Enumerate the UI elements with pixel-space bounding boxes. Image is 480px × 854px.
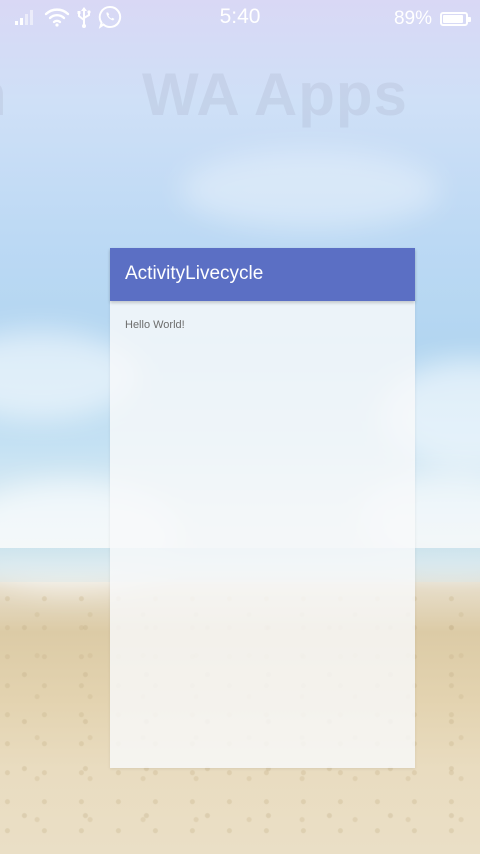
- cloud: [180, 150, 440, 230]
- app-title: ActivityLivecycle: [125, 263, 264, 284]
- home-screen: n WA Apps: [0, 0, 480, 854]
- battery-percent: 89%: [393, 8, 432, 29]
- app-bar: ActivityLivecycle: [110, 248, 415, 301]
- hello-world-text: Hello World!: [125, 319, 185, 331]
- background-app-label: n: [0, 60, 8, 129]
- battery-level-fill: [443, 15, 463, 23]
- background-app-label: WA Apps: [142, 61, 408, 128]
- status-bar: 5:40 89%: [0, 0, 480, 38]
- battery-icon: [440, 12, 471, 26]
- status-icons-right: 89%: [393, 6, 471, 32]
- activity-window[interactable]: ActivityLivecycle Hello World!: [110, 248, 415, 768]
